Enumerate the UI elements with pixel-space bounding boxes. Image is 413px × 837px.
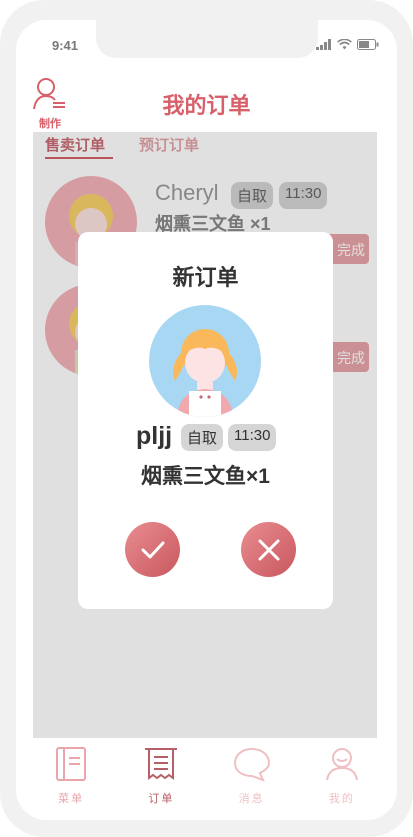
reject-button[interactable] — [241, 522, 296, 577]
message-icon — [233, 747, 270, 782]
wifi-icon — [337, 39, 352, 50]
page-title: 我的订单 — [162, 93, 251, 118]
status-icons — [316, 39, 379, 50]
modal-dish: 烟熏三文鱼×1 — [141, 465, 270, 488]
tab-me-label: 我的 — [328, 793, 355, 805]
tab-me[interactable]: 我的 — [312, 738, 372, 820]
tab-orders-label: 订单 — [148, 793, 175, 805]
check-icon — [141, 541, 164, 558]
time-badge: 11:30 — [228, 424, 277, 451]
modal-customer-name: pljj — [136, 422, 173, 450]
girl-avatar-icon — [173, 329, 237, 417]
modal-meta: 自取 11:30 — [181, 424, 277, 451]
tab-messages-label: 消息 — [238, 793, 265, 805]
bottom-tabbar: 菜单 订单 消息 我的 — [16, 738, 397, 820]
pickup-badge: 自取 — [181, 424, 224, 451]
tab-orders[interactable]: 订单 — [131, 738, 191, 820]
notch — [96, 20, 318, 58]
signal-icon — [316, 39, 331, 50]
close-icon — [258, 539, 279, 560]
new-order-modal: 新订单 pljj 自取 11:30 烟熏三文鱼×1 — [78, 232, 333, 609]
receipt-icon — [145, 748, 178, 780]
header: 制作 我的订单 — [16, 72, 397, 132]
battery-icon — [357, 39, 379, 50]
user-icon — [325, 748, 358, 781]
accept-button[interactable] — [125, 522, 180, 577]
modal-title: 新订单 — [172, 265, 239, 290]
menu-book-icon — [56, 747, 87, 781]
status-time: 9:41 — [52, 38, 79, 53]
customer-avatar — [149, 305, 261, 417]
tab-messages[interactable]: 消息 — [222, 738, 282, 820]
tab-menu-label: 菜单 — [58, 793, 85, 805]
tab-menu[interactable]: 菜单 — [41, 738, 101, 820]
